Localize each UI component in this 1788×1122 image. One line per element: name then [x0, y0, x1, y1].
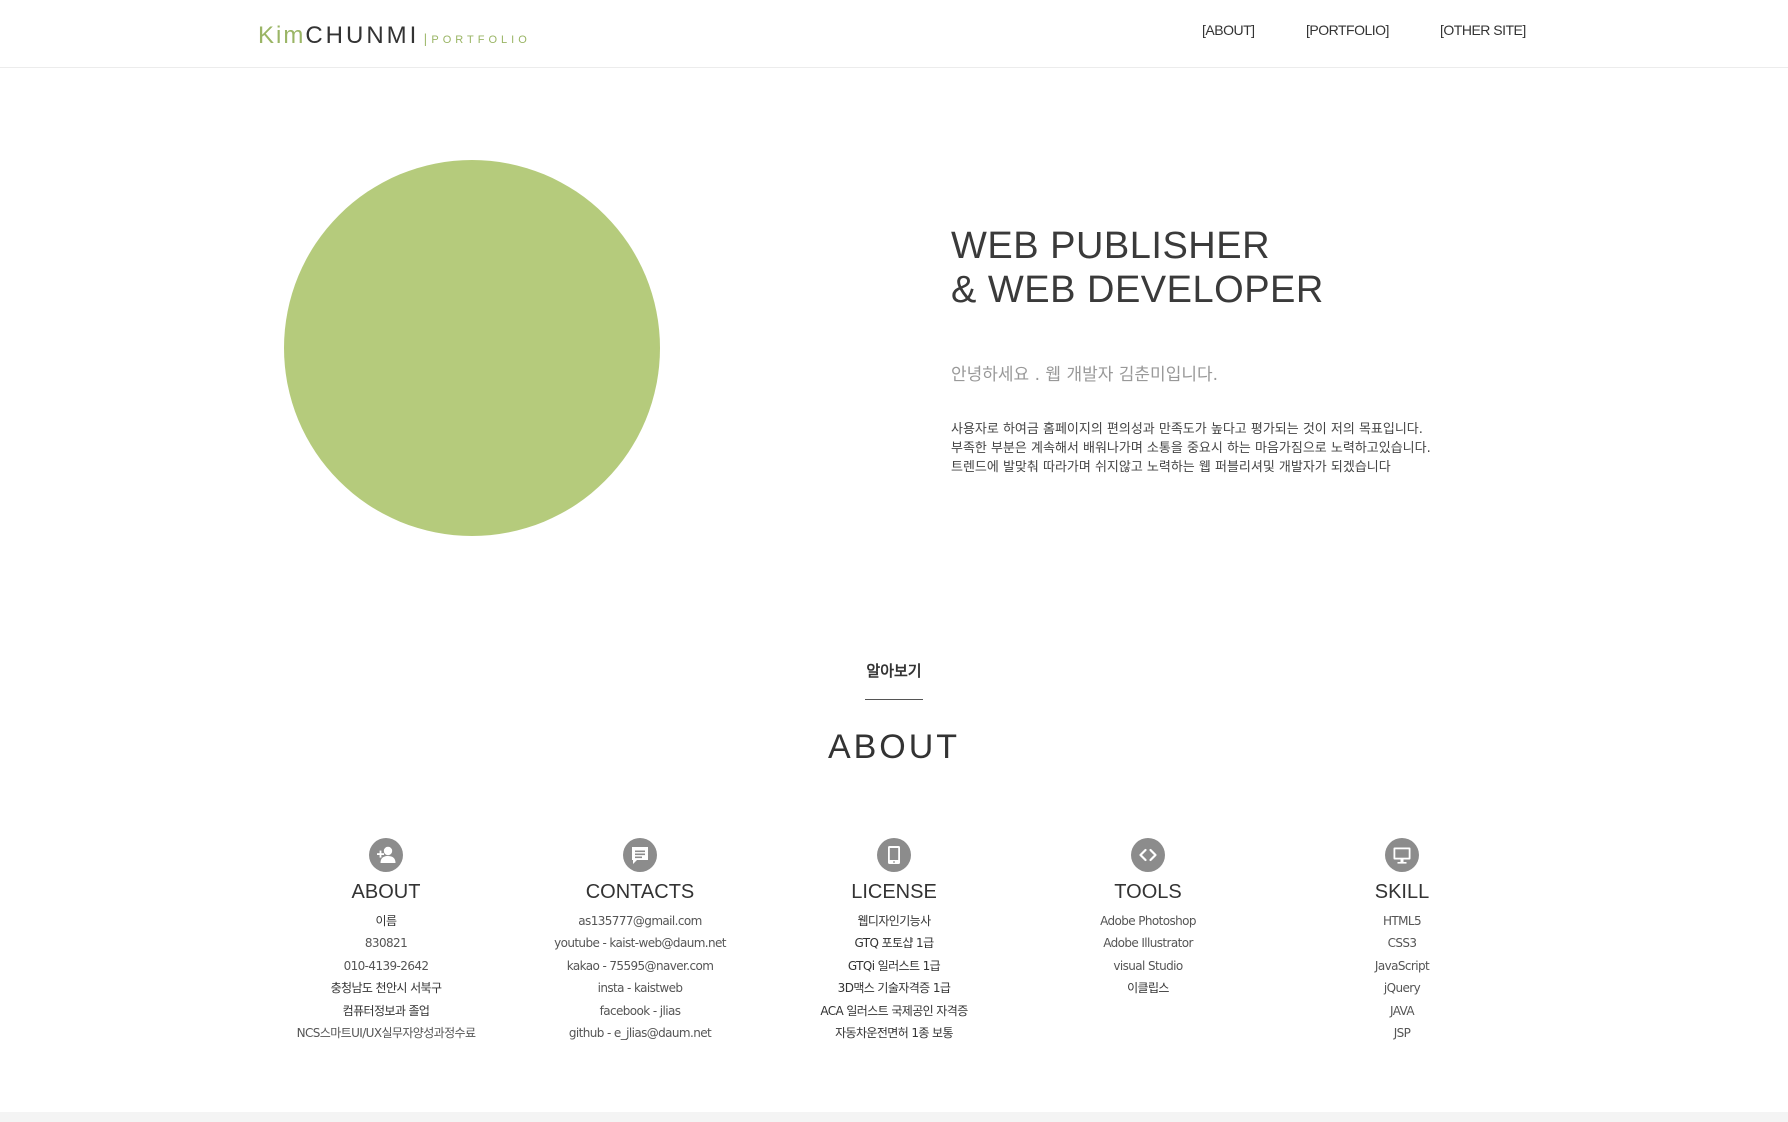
logo-kim: Kim	[258, 22, 306, 49]
section-title: ABOUT	[827, 728, 961, 766]
list-item: as135777@gmail.com	[578, 914, 702, 928]
list-item: GTQi 일러스트 1급	[847, 958, 941, 973]
skill-column: SKILL HTML5 CSS3 JavaScript jQuery JAVA …	[1272, 838, 1532, 1044]
logo-separator: |	[423, 32, 430, 46]
hero-desc-line3: 트렌드에 발맞춰 따라가며 쉬지않고 노력하는 웹 퍼블리셔및 개발자가 되겠습…	[951, 460, 1391, 475]
license-column-title: LICENSE	[851, 881, 937, 903]
hero-title: WEB PUBLISHER & WEB DEVELOPER	[951, 224, 1551, 312]
monitor-icon	[1385, 838, 1419, 872]
list-item: 3D맥스 기술자격증 1급	[837, 981, 951, 996]
logo-portfolio: PORTFOLIO	[431, 34, 531, 46]
list-item: 이클립스	[1127, 981, 1169, 996]
list-item: CSS3	[1387, 936, 1417, 951]
list-item: insta - kaistweb	[597, 981, 683, 996]
section-divider	[865, 699, 923, 700]
list-item: NCS스마트UI/UX실무자양성과정수료	[296, 1026, 476, 1041]
list-item: kakao - 75595@naver.com	[566, 958, 714, 973]
list-item: JSP	[1393, 1026, 1411, 1041]
list-item: Adobe Illustrator	[1103, 936, 1193, 951]
logo-name: CHUNMI	[305, 22, 420, 49]
contacts-list: as135777@gmail.com youtube - kaist-web@d…	[510, 910, 770, 1044]
site-header: Kim CHUNMI | PORTFOLIO [ABOUT] [PORTFOLI…	[0, 0, 1788, 68]
code-icon	[1131, 838, 1165, 872]
hero-title-line1: WEB PUBLISHER	[951, 225, 1271, 267]
site-logo[interactable]: Kim CHUNMI | PORTFOLIO	[258, 20, 531, 50]
about-column-title: ABOUT	[351, 881, 421, 903]
list-item: 웹디자인기능사	[857, 914, 931, 928]
tools-column: TOOLS Adobe Photoshop Adobe Illustrator …	[1018, 838, 1278, 1000]
list-item: 이름	[375, 914, 397, 928]
tools-column-title: TOOLS	[1114, 881, 1182, 903]
list-item: GTQ 포토샵 1급	[854, 936, 934, 951]
skill-column-title: SKILL	[1374, 881, 1430, 903]
list-item: JAVA	[1389, 1003, 1415, 1018]
nav-about-link[interactable]: [ABOUT]	[1202, 22, 1255, 38]
chat-icon	[623, 838, 657, 872]
nav-other-site-link[interactable]: [OTHER SITE]	[1440, 22, 1526, 38]
about-list: 이름 830821 010-4139-2642 충청남도 천안시 서북구 컴퓨터…	[256, 910, 516, 1044]
skill-list: HTML5 CSS3 JavaScript jQuery JAVA JSP	[1272, 910, 1532, 1044]
list-item: facebook - jlias	[599, 1003, 681, 1018]
list-item: ACA 일러스트 국제공인 자격증	[820, 1003, 968, 1018]
list-item: 충청남도 천안시 서북구	[330, 981, 442, 996]
license-column: LICENSE 웹디자인기능사 GTQ 포토샵 1급 GTQi 일러스트 1급 …	[764, 838, 1024, 1044]
list-item: Adobe Photoshop	[1100, 914, 1196, 928]
list-item: 컴퓨터정보과 졸업	[342, 1003, 430, 1018]
hero-greeting: 안녕하세요 . 웹 개발자 김춘미입니다.	[951, 365, 1219, 385]
contacts-column-title: CONTACTS	[585, 881, 695, 903]
tablet-icon	[877, 838, 911, 872]
page: Kim CHUNMI | PORTFOLIO [ABOUT] [PORTFOLI…	[0, 0, 1788, 1122]
tools-list: Adobe Photoshop Adobe Illustrator visual…	[1018, 910, 1278, 1000]
list-item: 자동차운전면허 1종 보통	[835, 1026, 953, 1041]
list-item: JavaScript	[1374, 958, 1430, 973]
list-item: github - e_jlias@daum.net	[568, 1026, 712, 1041]
list-item: 010-4139-2642	[343, 958, 429, 973]
section-subtitle: 알아보기	[866, 662, 922, 680]
add-user-icon	[369, 838, 403, 872]
nav-portfolio-link[interactable]: [PORTFOLIO]	[1306, 22, 1389, 38]
about-column: ABOUT 이름 830821 010-4139-2642 충청남도 천안시 서…	[256, 838, 516, 1044]
contacts-column: CONTACTS as135777@gmail.com youtube - ka…	[510, 838, 770, 1044]
hero-circle-image	[284, 160, 660, 536]
hero-description: 사용자로 하여금 홈페이지의 편의성과 만족도가 높다고 평가되는 것이 저의 …	[951, 420, 1431, 477]
list-item: jQuery	[1383, 981, 1421, 996]
license-list: 웹디자인기능사 GTQ 포토샵 1급 GTQi 일러스트 1급 3D맥스 기술자…	[764, 910, 1024, 1044]
list-item: youtube - kaist-web@daum.net	[554, 936, 726, 951]
list-item: visual Studio	[1113, 958, 1183, 973]
footer-band	[0, 1112, 1788, 1122]
list-item: 830821	[364, 936, 408, 951]
list-item: HTML5	[1382, 914, 1422, 928]
hero-title-line2: & WEB DEVELOPER	[951, 269, 1324, 311]
hero-desc-line1: 사용자로 하여금 홈페이지의 편의성과 만족도가 높다고 평가되는 것이 저의 …	[951, 422, 1423, 437]
hero-desc-line2: 부족한 부분은 계속해서 배워나가며 소통을 중요시 하는 마음가짐으로 노력하…	[951, 441, 1431, 456]
